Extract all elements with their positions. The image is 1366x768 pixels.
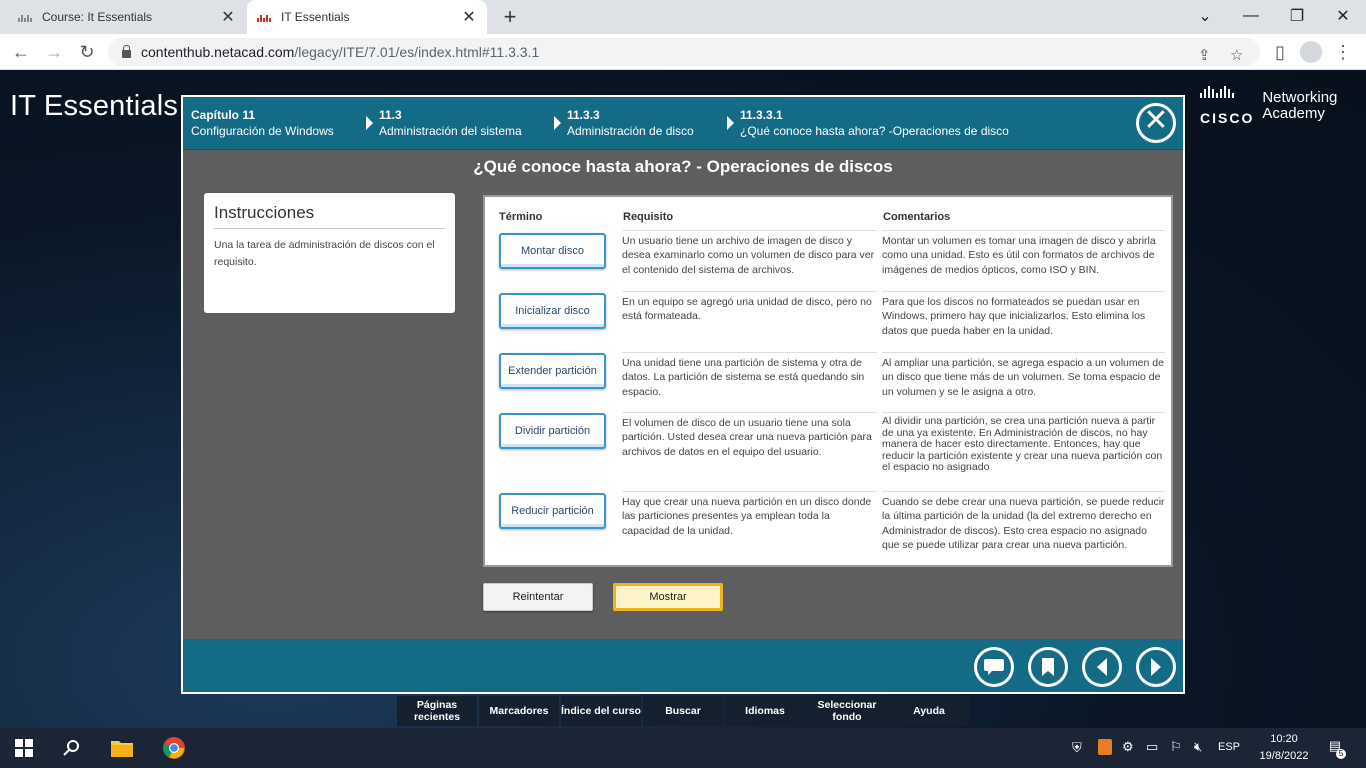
term-button-dividir[interactable]: Dividir partición [499, 413, 606, 449]
restore-icon[interactable]: ❐ [1274, 0, 1320, 32]
side-panel-icon[interactable]: ▯ [1267, 39, 1293, 65]
requirement-cell: Hay que crear una nueva partición en un … [622, 491, 877, 538]
clock-date[interactable]: 19/8/2022 [1254, 750, 1314, 762]
instructions-text: Una la tarea de administración de discos… [214, 239, 435, 268]
logo-line-2: Academy [1262, 105, 1325, 122]
volume-muted-icon[interactable]: 🔇︎ [1194, 739, 1202, 755]
security-icon[interactable]: ⛨ [1072, 740, 1082, 756]
menu-recent-pages[interactable]: Páginas recientes [397, 696, 477, 726]
comment-cell: Para que los discos no formateados se pu… [882, 291, 1165, 338]
comment-cell: Al dividir una partición, se crea una pa… [882, 412, 1165, 474]
breadcrumb-item-section[interactable]: 11.3 Administración del sistema [379, 107, 522, 139]
menu-course-index[interactable]: Índice del curso [561, 696, 641, 726]
windows-start-icon[interactable] [12, 736, 36, 760]
profile-avatar[interactable] [1300, 41, 1322, 63]
course-title: IT Essentials [10, 90, 179, 122]
comment-cell: Montar un volumen es tomar una imagen de… [882, 230, 1165, 277]
chrome-icon[interactable] [160, 734, 188, 762]
retry-button[interactable]: Reintentar [483, 583, 593, 611]
instructions-panel: Instrucciones Una la tarea de administra… [204, 193, 455, 313]
requirement-cell: Una unidad tiene una partición de sistem… [622, 352, 877, 399]
term-button-extender[interactable]: Extender partición [499, 353, 606, 389]
column-header-requirement: Requisito [623, 211, 674, 223]
share-icon[interactable]: ⇪ [1198, 46, 1211, 64]
column-header-term: Término [499, 211, 543, 223]
breadcrumb: Capítulo 11 Configuración de Windows 11.3… [183, 97, 1183, 150]
cisco-logo: CISCO Networking Academy [1200, 86, 1337, 126]
language-indicator[interactable]: ESP [1218, 741, 1240, 753]
menu-languages[interactable]: Idiomas [725, 696, 805, 726]
breadcrumb-item-topic[interactable]: 11.3.3.1 ¿Qué conoce hasta ahora? -Operac… [740, 107, 1009, 139]
window-close-icon[interactable]: ✕ [1320, 0, 1366, 32]
term-button-inicializar[interactable]: Inicializar disco [499, 293, 606, 329]
prev-icon[interactable] [1082, 647, 1122, 687]
file-explorer-icon[interactable] [110, 736, 134, 760]
logo-line-1: Networking [1262, 89, 1338, 106]
url-field[interactable]: contenthub.netacad.com/legacy/ITE/7.01/e… [108, 38, 1260, 66]
term-button-montar[interactable]: Montar disco [499, 233, 606, 269]
cisco-wordmark: CISCO [1200, 110, 1255, 126]
network-icon[interactable]: ▭ [1146, 739, 1158, 755]
new-tab-icon[interactable]: + [498, 4, 522, 30]
column-header-comments: Comentarios [883, 211, 951, 223]
windows-taskbar: ⛨ ⚙ ▭ ⚐ 🔇︎ ESP 10:20 19/8/2022 ▤ 5 [0, 728, 1366, 768]
star-icon[interactable]: ☆ [1230, 46, 1243, 64]
menu-search[interactable]: Buscar [643, 696, 723, 726]
reload-icon[interactable]: ↻ [74, 39, 100, 65]
menu-help[interactable]: Ayuda [889, 696, 969, 726]
requirement-cell: Un usuario tiene un archivo de imagen de… [622, 230, 877, 277]
search-icon[interactable] [60, 736, 84, 760]
browser-tab-strip: Course: It Essentials ✕ IT Essentials ✕ … [0, 0, 1366, 34]
page-title: ¿Qué conoce hasta ahora? - Operaciones d… [473, 157, 893, 176]
close-tab-icon[interactable]: ✕ [220, 7, 236, 27]
bookmark-icon[interactable] [1028, 647, 1068, 687]
tab-it-essentials[interactable]: IT Essentials ✕ [247, 0, 487, 34]
lock-icon [122, 45, 131, 58]
show-button[interactable]: Mostrar [613, 583, 723, 611]
breadcrumb-arrow-icon [727, 116, 734, 130]
app-tray-icon[interactable] [1098, 739, 1112, 755]
clock-time[interactable]: 10:20 [1254, 733, 1314, 745]
tab-title: IT Essentials [281, 10, 350, 24]
bottom-nav-bar [183, 639, 1183, 692]
matching-table: Término Requisito Comentarios Montar dis… [483, 195, 1173, 567]
tab-search-icon[interactable]: ⌄ [1182, 0, 1228, 32]
tray-app-icon[interactable]: ⚙ [1122, 739, 1134, 755]
comment-cell: Cuando se debe crear una nueva partición… [882, 491, 1165, 552]
tab-title: Course: It Essentials [42, 10, 153, 24]
chat-icon[interactable] [974, 647, 1014, 687]
term-button-reducir[interactable]: Reducir partición [499, 493, 606, 529]
back-icon[interactable]: ← [8, 39, 34, 65]
url-path: /legacy/ITE/7.01/es/index.html#11.3.3.1 [294, 44, 540, 60]
minimize-icon[interactable]: — [1228, 0, 1274, 32]
menu-select-background[interactable]: Seleccionar fondo [807, 696, 887, 726]
menu-icon[interactable]: ⋮ [1330, 39, 1356, 65]
cisco-favicon-icon [257, 12, 273, 22]
breadcrumb-arrow-icon [554, 116, 561, 130]
forward-icon[interactable]: → [41, 39, 67, 65]
menu-bookmarks[interactable]: Marcadores [479, 696, 559, 726]
tab-course[interactable]: Course: It Essentials ✕ [8, 0, 246, 34]
wifi-icon[interactable]: ⚐ [1170, 739, 1182, 755]
breadcrumb-arrow-icon [366, 116, 373, 130]
notification-count: 5 [1336, 749, 1346, 759]
address-bar-row: ← → ↻ contenthub.netacad.com/legacy/ITE/… [0, 34, 1366, 70]
cisco-favicon-icon [18, 12, 34, 22]
requirement-cell: El volumen de disco de un usuario tiene … [622, 412, 877, 459]
breadcrumb-item-chapter[interactable]: Capítulo 11 Configuración de Windows [191, 107, 334, 139]
close-tab-icon[interactable]: ✕ [461, 7, 477, 27]
comment-cell: Al ampliar una partición, se agrega espa… [882, 352, 1165, 399]
instructions-heading: Instrucciones [214, 203, 445, 229]
next-icon[interactable] [1136, 647, 1176, 687]
url-host: contenthub.netacad.com [141, 44, 295, 60]
breadcrumb-item-subsection[interactable]: 11.3.3 Administración de disco [567, 107, 694, 139]
course-frame: Capítulo 11 Configuración de Windows 11.3… [181, 95, 1185, 694]
requirement-cell: En un equipo se agregó una unidad de dis… [622, 291, 877, 324]
close-icon[interactable]: ✕ [1136, 103, 1176, 143]
